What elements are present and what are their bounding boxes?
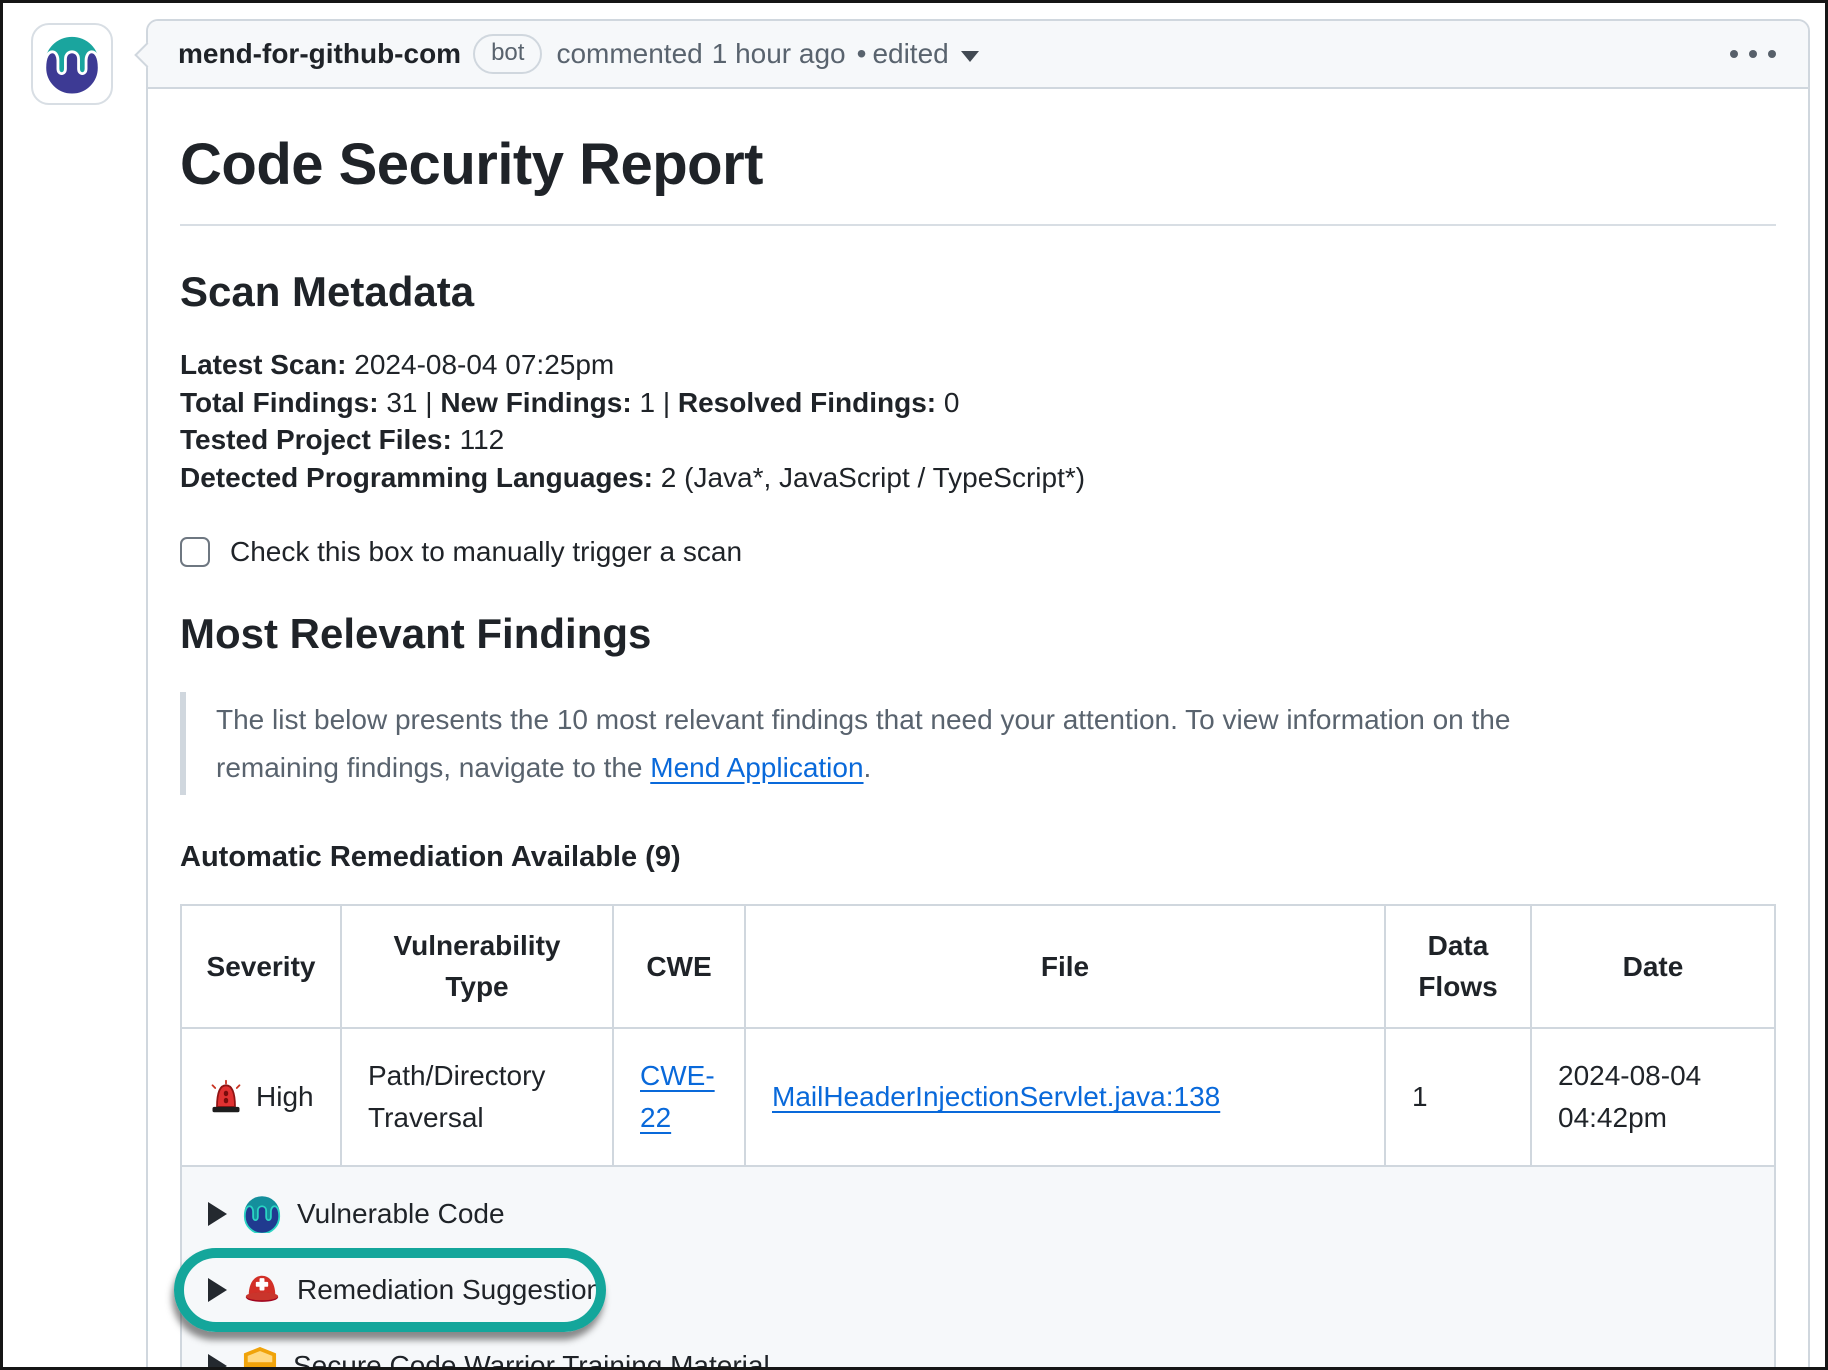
trigger-scan-label: Check this box to manually trigger a sca…	[230, 536, 742, 568]
triangle-right-icon	[208, 1354, 227, 1370]
cwe-link[interactable]: CWE-22	[640, 1060, 715, 1133]
resolved-findings-value: 0	[944, 387, 960, 418]
latest-scan-value: 2024-08-04 07:25pm	[354, 349, 614, 380]
comment-body: Code Security Report Scan Metadata Lates…	[148, 89, 1808, 1370]
languages-value: 2 (Java*, JavaScript / TypeScript*)	[661, 462, 1085, 493]
total-findings-label: Total Findings:	[180, 387, 379, 418]
comment-author[interactable]: mend-for-github-com	[178, 38, 461, 70]
data-flows-cell: 1	[1385, 1028, 1531, 1166]
table-header-row: Severity Vulnerability Type CWE File Dat…	[181, 905, 1775, 1028]
details-remediation-suggestion[interactable]: Remediation Suggestion	[208, 1269, 1748, 1311]
most-relevant-heading: Most Relevant Findings	[180, 610, 1776, 658]
findings-note: The list below presents the 10 most rele…	[180, 692, 1636, 795]
header-date: Date	[1531, 905, 1775, 1028]
details-vulnerable-code[interactable]: Vulnerable Code	[208, 1193, 1748, 1235]
vulnerability-type-cell: Path/Directory Traversal	[341, 1028, 613, 1166]
header-data-flows: Data Flows	[1385, 905, 1531, 1028]
auto-remediation-subheading: Automatic Remediation Available (9)	[180, 841, 1776, 874]
header-vulnerability-type: Vulnerability Type	[341, 905, 613, 1028]
edited-dropdown[interactable]: edited	[872, 38, 978, 70]
total-findings-value: 31	[386, 387, 417, 418]
mend-logo-icon	[42, 34, 102, 94]
comment-timestamp[interactable]: 1 hour ago	[712, 38, 846, 70]
avatar[interactable]	[31, 23, 113, 105]
rescue-helmet-icon	[243, 1271, 281, 1309]
chevron-down-icon	[961, 51, 979, 62]
header-cwe: CWE	[613, 905, 745, 1028]
finding-row: High Path/Directory Traversal CWE-22 Mai…	[181, 1028, 1775, 1166]
siren-icon	[208, 1079, 244, 1115]
comment-header: mend-for-github-com bot commented 1 hour…	[148, 21, 1808, 89]
mend-logo-icon	[243, 1195, 281, 1233]
triangle-right-icon	[208, 1202, 227, 1226]
date-cell: 2024-08-04 04:42pm	[1531, 1028, 1775, 1166]
details-row: Vulnerable Code	[181, 1166, 1775, 1370]
new-findings-label: New Findings:	[440, 387, 631, 418]
comment-action: commented	[556, 38, 702, 70]
shield-icon	[243, 1347, 277, 1370]
tested-files-value: 112	[460, 424, 505, 455]
header-severity: Severity	[181, 905, 341, 1028]
screenshot-frame: mend-for-github-com bot commented 1 hour…	[0, 0, 1828, 1370]
new-findings-value: 1	[639, 387, 655, 418]
trigger-scan-checkbox[interactable]	[180, 537, 210, 567]
latest-scan-label: Latest Scan:	[180, 349, 347, 380]
detail-label: Vulnerable Code	[297, 1193, 505, 1235]
trigger-scan-row: Check this box to manually trigger a sca…	[180, 536, 1776, 568]
mend-application-link[interactable]: Mend Application	[650, 752, 863, 783]
separator-dot: •	[857, 38, 867, 70]
severity-value: High	[256, 1076, 314, 1118]
comment-options-button[interactable]	[1728, 42, 1778, 66]
triangle-right-icon	[208, 1278, 227, 1302]
edited-label: edited	[872, 38, 948, 70]
detail-label: Remediation Suggestion	[297, 1269, 602, 1311]
detail-label: Secure Code Warrior Training Material	[293, 1345, 770, 1370]
languages-label: Detected Programming Languages:	[180, 462, 653, 493]
resolved-findings-label: Resolved Findings:	[678, 387, 936, 418]
details-training-material[interactable]: Secure Code Warrior Training Material	[208, 1345, 1748, 1370]
tested-files-label: Tested Project Files:	[180, 424, 452, 455]
header-file: File	[745, 905, 1385, 1028]
scan-metadata-text: Latest Scan: 2024-08-04 07:25pm Total Fi…	[180, 346, 1776, 496]
comment-card: mend-for-github-com bot commented 1 hour…	[146, 19, 1810, 1370]
scan-metadata-heading: Scan Metadata	[180, 268, 1776, 316]
page-title: Code Security Report	[180, 131, 1776, 226]
findings-table: Severity Vulnerability Type CWE File Dat…	[180, 904, 1776, 1370]
file-link[interactable]: MailHeaderInjectionServlet.java:138	[772, 1081, 1220, 1112]
bot-badge: bot	[473, 34, 542, 75]
